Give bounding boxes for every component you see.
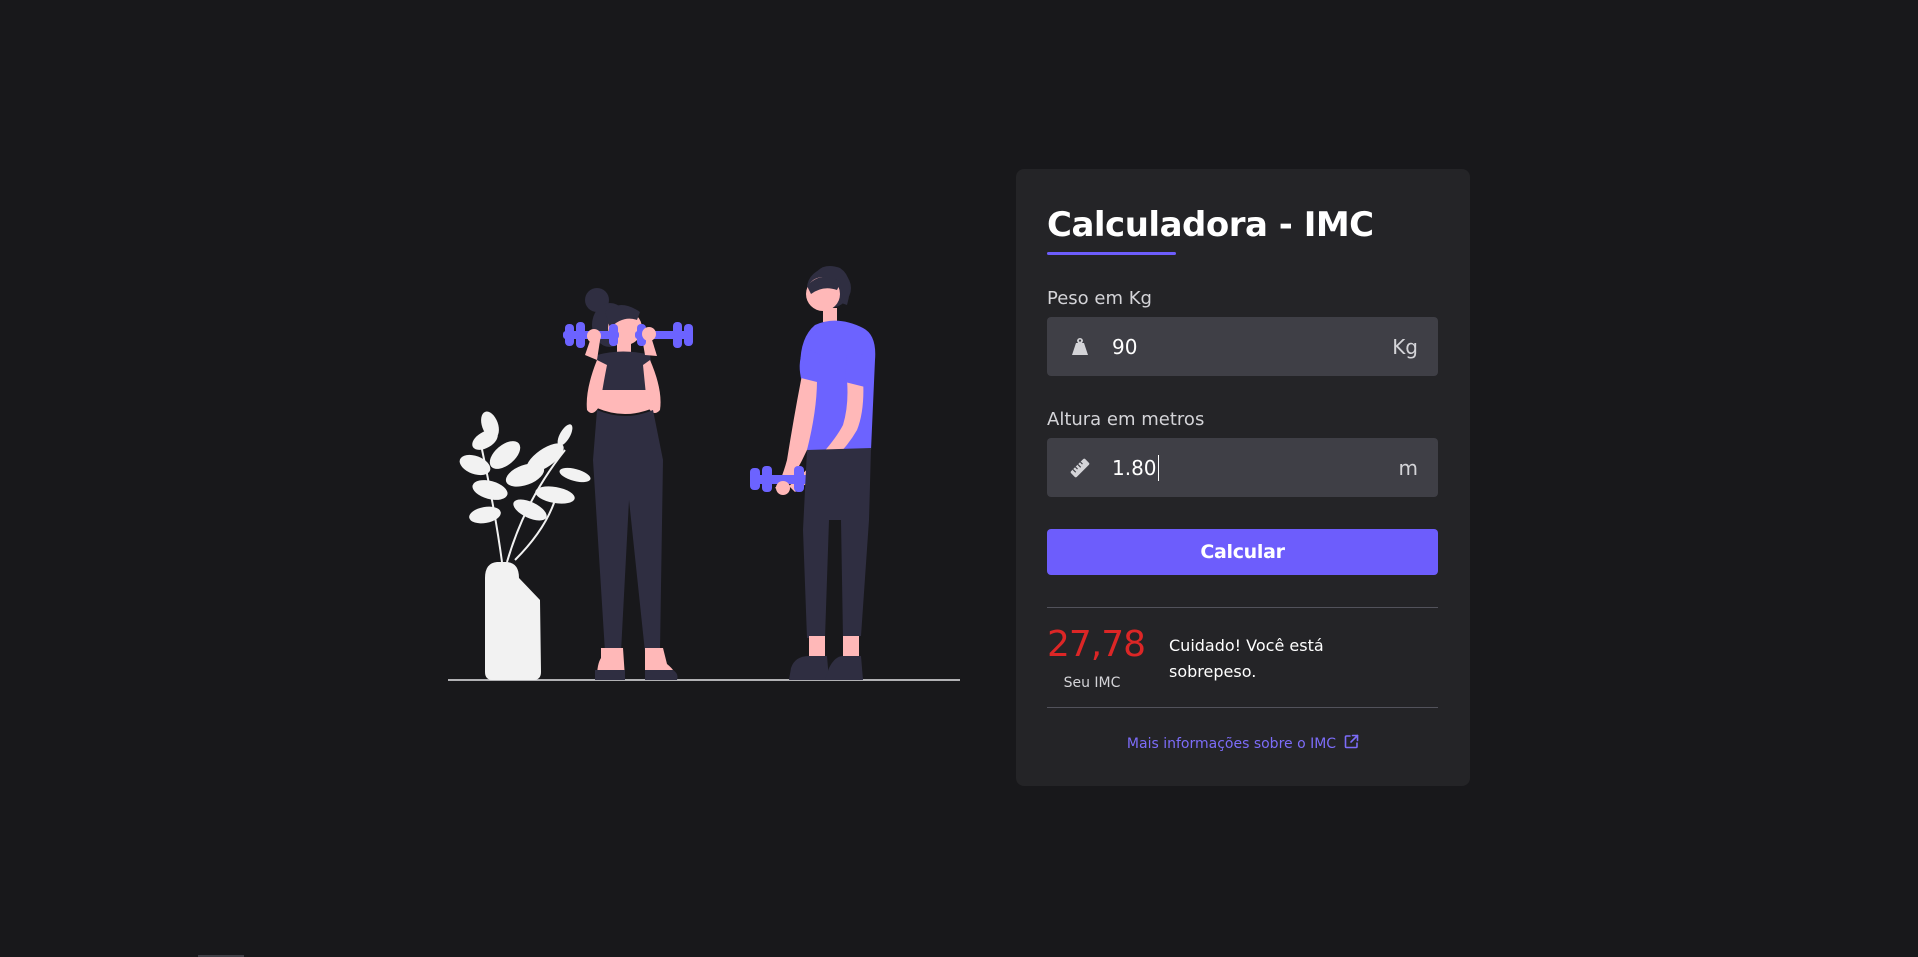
page: Calculadora - IMC Peso em Kg 90 Kg Altur… <box>0 0 1918 957</box>
title-underline <box>1047 252 1176 255</box>
ruler-icon <box>1069 457 1091 479</box>
imc-result-value: 27,78 <box>1047 624 1146 665</box>
weight-icon <box>1069 336 1091 358</box>
fitness-illustration <box>445 260 965 685</box>
height-field[interactable]: 1.80 m <box>1047 438 1438 497</box>
imc-result-message: Cuidado! Você está sobrepeso. <box>1169 636 1324 681</box>
more-info-link-label: Mais informações sobre o IMC <box>1126 735 1337 752</box>
imc-calculator-card: Calculadora - IMC Peso em Kg 90 Kg Altur… <box>1016 169 1470 786</box>
result-divider-bottom <box>1047 707 1438 708</box>
weight-input[interactable]: 90 <box>1112 335 1392 359</box>
external-link-icon <box>1344 734 1359 753</box>
imc-result-caption: Seu IMC <box>1063 675 1121 691</box>
weight-field[interactable]: 90 Kg <box>1047 317 1438 376</box>
more-info-link[interactable]: Mais informações sobre o IMC <box>1016 734 1470 753</box>
calculate-button[interactable]: Calcular <box>1047 529 1438 575</box>
weight-label: Peso em Kg <box>1047 288 1152 309</box>
height-input[interactable]: 1.80 <box>1112 454 1399 481</box>
weight-unit: Kg <box>1392 334 1418 359</box>
height-unit: m <box>1398 455 1418 480</box>
result-divider-top <box>1047 607 1438 608</box>
height-label: Altura em metros <box>1047 409 1205 430</box>
page-title: Calculadora - IMC <box>1047 205 1374 245</box>
text-caret <box>1157 454 1159 481</box>
